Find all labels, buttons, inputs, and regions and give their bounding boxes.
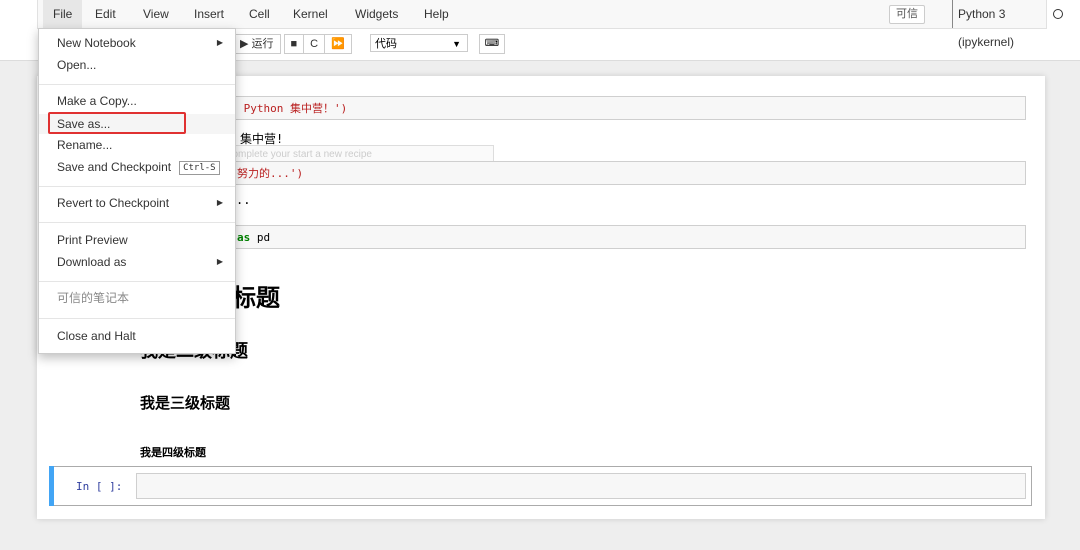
menu-item-print-preview[interactable]: Print Preview <box>39 230 235 250</box>
menu-divider <box>39 318 235 319</box>
stop-icon[interactable]: ■ <box>283 34 305 54</box>
menu-divider <box>39 84 235 85</box>
file-menu-dropdown: New Notebook ▶ Open... Make a Copy... Sav… <box>38 28 236 354</box>
kernel-idle-icon <box>1053 9 1063 19</box>
menu-item-label: Open... <box>57 58 97 72</box>
active-cell-indicator <box>49 466 54 506</box>
trusted-badge[interactable]: 可信 <box>889 5 925 24</box>
menu-cell[interactable]: Cell <box>239 0 280 28</box>
menu-item-make-copy[interactable]: Make a Copy... <box>39 91 235 111</box>
code-cell-1[interactable]: Python 集中营！') <box>136 96 1026 120</box>
menu-item-new-notebook[interactable]: New Notebook ▶ <box>39 33 235 53</box>
menu-item-trusted-notebook: 可信的笔记本 <box>39 288 235 308</box>
menu-widgets[interactable]: Widgets <box>345 0 408 28</box>
menu-item-label: Print Preview <box>57 233 128 247</box>
heading-4: 我是四级标题 <box>140 447 206 459</box>
menu-help[interactable]: Help <box>414 0 459 28</box>
chevron-right-icon: ▶ <box>216 38 223 47</box>
menu-item-label: Download as <box>57 255 127 269</box>
menu-item-save-checkpoint[interactable]: Save and Checkpoint Ctrl-S <box>39 157 235 177</box>
menu-file[interactable]: File <box>43 0 83 28</box>
code-cell-2[interactable]: 努力的...') <box>136 161 1026 185</box>
chevron-right-icon: ▶ <box>216 257 223 266</box>
menu-item-label: Save and Checkpoint <box>57 160 172 174</box>
kernel-name[interactable]: Python 3 (ipykernel) <box>952 0 1046 49</box>
shortcut-badge: Ctrl-S <box>179 160 220 175</box>
heading-1: 标题 <box>232 285 280 312</box>
code-cell-3-text: pd <box>250 231 271 244</box>
menu-divider <box>39 186 235 187</box>
menubar: File Edit View Insert Cell Kernel Widget… <box>37 0 1063 49</box>
output-2: .. <box>236 193 251 207</box>
cell-type-select[interactable]: 代码 ▼ <box>370 34 468 52</box>
menu-item-label: Close and Halt <box>57 329 136 343</box>
menu-item-label: Make a Copy... <box>57 94 137 108</box>
menu-item-label: 可信的笔记本 <box>57 291 130 305</box>
menu-edit[interactable]: Edit <box>85 0 126 28</box>
code-keyword: as <box>237 231 251 244</box>
keyboard-icon[interactable]: ⌨ <box>479 34 505 54</box>
restart-run-all-icon[interactable]: ⏩ <box>324 34 352 54</box>
cell-type-value: 代码 <box>375 38 397 50</box>
run-button[interactable]: ▶ 运行 <box>233 34 281 54</box>
menu-insert[interactable]: Insert <box>184 0 234 28</box>
menu-item-label: Revert to Checkpoint <box>57 196 170 210</box>
restart-icon[interactable]: C <box>303 34 326 54</box>
highlight-box <box>48 112 186 134</box>
menu-item-label: New Notebook <box>57 36 136 50</box>
chevron-right-icon: ▶ <box>216 198 223 207</box>
menu-item-label: Rename... <box>57 138 113 152</box>
code-cell-3[interactable]: as pd <box>136 225 1026 249</box>
menu-item-download-as[interactable]: Download as ▶ <box>39 252 235 272</box>
menu-item-rename[interactable]: Rename... <box>39 135 235 155</box>
menu-item-close-halt[interactable]: Close and Halt <box>39 326 235 346</box>
menu-item-revert-checkpoint[interactable]: Revert to Checkpoint ▶ <box>39 193 235 213</box>
code-cell-2-text: 努力的...') <box>237 167 304 180</box>
menu-item-open[interactable]: Open... <box>39 55 235 75</box>
heading-3: 我是三级标题 <box>140 395 231 412</box>
menu-divider <box>39 281 235 282</box>
input-prompt: In [ ]: <box>76 480 123 493</box>
chevron-down-icon: ▼ <box>452 39 461 49</box>
menu-divider <box>39 222 235 223</box>
code-cell-1-text: Python 集中营！') <box>237 102 348 115</box>
menu-view[interactable]: View <box>133 0 179 28</box>
code-input[interactable] <box>136 473 1026 499</box>
toolbar: ▶ 运行 ■ C ⏩ <box>233 34 352 54</box>
menu-kernel[interactable]: Kernel <box>283 0 338 28</box>
